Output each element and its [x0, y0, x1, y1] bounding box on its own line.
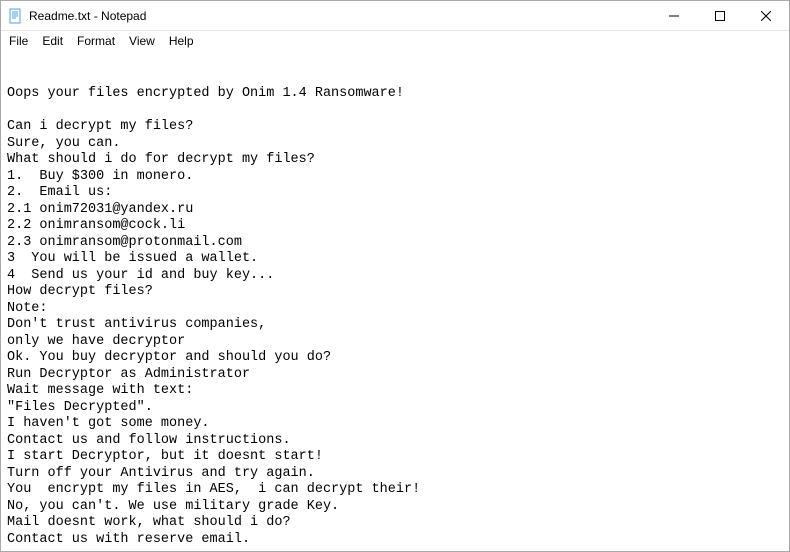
text-line: What should i do for decrypt my files? [7, 152, 783, 169]
text-line: Mail doesnt work, what should i do? [7, 515, 783, 532]
notepad-window: Readme.txt - Notepad File Edit Format Vi… [0, 0, 790, 552]
text-line: Contact us with reserve email. [7, 532, 783, 549]
text-line: Ok. You buy decryptor and should you do? [7, 350, 783, 367]
text-line: only we have decryptor [7, 334, 783, 351]
text-line: I haven't got some money. [7, 416, 783, 433]
text-line: Run Decryptor as Administrator [7, 367, 783, 384]
text-line: 3 You will be issued a wallet. [7, 251, 783, 268]
text-line: 2.1 onim72031@yandex.ru [7, 202, 783, 219]
text-line: You encrypt my files in AES, i can decry… [7, 482, 783, 499]
text-line: 1. Buy $300 in monero. [7, 169, 783, 186]
text-line: How decrypt files? [7, 284, 783, 301]
text-line: Can i decrypt my files? [7, 119, 783, 136]
titlebar[interactable]: Readme.txt - Notepad [1, 1, 789, 31]
text-line: I start Decryptor, but it doesnt start! [7, 449, 783, 466]
window-controls [651, 1, 789, 30]
minimize-button[interactable] [651, 1, 697, 30]
close-button[interactable] [743, 1, 789, 30]
text-line: Sure, you can. [7, 136, 783, 153]
text-line: Oops your files encrypted by Onim 1.4 Ra… [7, 86, 783, 103]
menubar: File Edit Format View Help [1, 31, 789, 51]
text-line: Turn off your Antivirus and try again. [7, 466, 783, 483]
text-area[interactable]: Oops your files encrypted by Onim 1.4 Ra… [1, 51, 789, 551]
menu-edit[interactable]: Edit [36, 33, 69, 49]
menu-format[interactable]: Format [71, 33, 121, 49]
text-line: 4 Send us your id and buy key... [7, 268, 783, 285]
menu-view[interactable]: View [123, 33, 161, 49]
text-line: 2.3 onimransom@protonmail.com [7, 235, 783, 252]
text-line: "Files Decrypted". [7, 400, 783, 417]
notepad-icon [7, 8, 23, 24]
text-line: 2.2 onimransom@cock.li [7, 218, 783, 235]
window-title: Readme.txt - Notepad [29, 9, 651, 23]
text-line: Note: [7, 301, 783, 318]
text-line: 2. Email us: [7, 185, 783, 202]
text-line: Wait message with text: [7, 383, 783, 400]
text-line [7, 103, 783, 120]
text-line: Don't trust antivirus companies, [7, 317, 783, 334]
menu-file[interactable]: File [3, 33, 34, 49]
text-line: ----------------------------------------… [7, 548, 783, 551]
text-line: No, you can't. We use military grade Key… [7, 499, 783, 516]
menu-help[interactable]: Help [163, 33, 200, 49]
maximize-button[interactable] [697, 1, 743, 30]
text-line: Contact us and follow instructions. [7, 433, 783, 450]
